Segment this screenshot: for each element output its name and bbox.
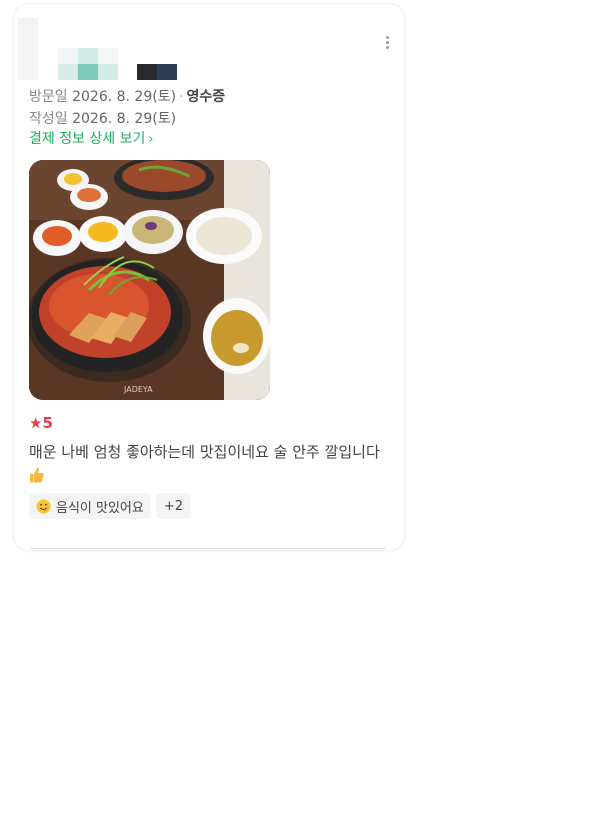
blurred-user-profile[interactable] — [18, 18, 178, 80]
payment-detail-label: 결제 정보 상세 보기 — [29, 131, 146, 147]
review-text[interactable]: 매운 나베 엄청 좋아하는데 맛집이네요 술 안주 깔입니다 — [29, 440, 385, 488]
meta-separator: · — [179, 89, 184, 105]
star-icon: ★ — [29, 414, 43, 432]
yum-face-icon — [36, 498, 51, 514]
photo-watermark: JADEYA — [123, 385, 153, 394]
review-body: 매운 나베 엄청 좋아하는데 맛집이네요 술 안주 깔입니다 — [29, 443, 380, 461]
tag-label: 음식이 맛있어요 — [56, 500, 144, 516]
tag-food-tasty[interactable]: 음식이 맛있어요 — [29, 493, 151, 519]
star-rating: ★5 — [29, 414, 53, 432]
thumbs-up-icon — [30, 467, 44, 483]
rating-value: 5 — [42, 414, 53, 432]
review-photo[interactable]: JADEYA — [29, 160, 270, 400]
payment-detail-link[interactable]: 결제 정보 상세 보기 › — [29, 128, 154, 148]
write-date: 2026. 8. 29(토) — [72, 111, 177, 127]
write-label: 작성일 — [29, 111, 68, 127]
card-divider — [30, 548, 386, 549]
more-tags-count: +2 — [163, 498, 184, 514]
more-tags-button[interactable]: +2 — [155, 493, 192, 519]
write-date-line: 작성일 2026. 8. 29(토) — [29, 108, 176, 128]
receipt-type: 영수증 — [186, 89, 226, 105]
keyword-tags: 음식이 맛있어요 +2 — [29, 493, 192, 519]
visit-label: 방문일 — [29, 89, 68, 105]
chevron-right-icon: › — [148, 132, 154, 147]
visit-date: 2026. 8. 29(토) — [72, 89, 177, 105]
visit-date-line: 방문일 2026. 8. 29(토) · 영수증 — [29, 86, 225, 106]
more-options-icon[interactable] — [383, 36, 391, 52]
